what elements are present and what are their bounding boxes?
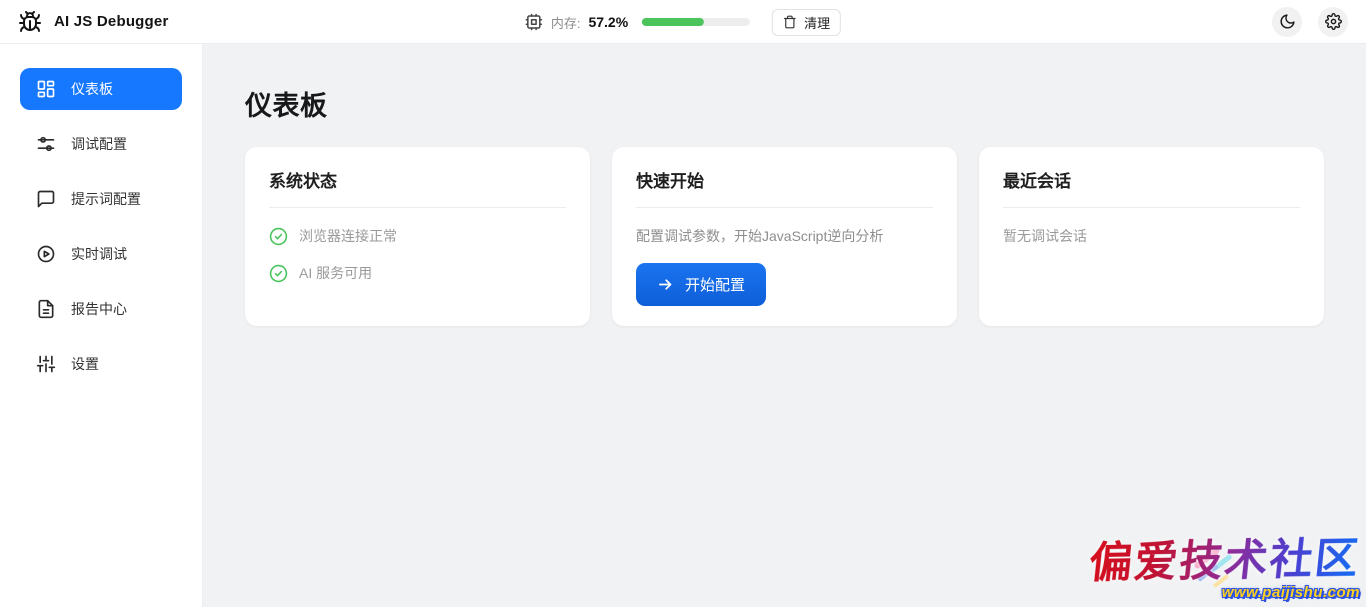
clean-memory-button[interactable]: 清理 [772, 9, 841, 36]
start-config-label: 开始配置 [685, 274, 745, 295]
moon-icon [1279, 13, 1296, 30]
sidebar-item-dashboard[interactable]: 仪表板 [20, 68, 182, 110]
streak-decoration [1193, 546, 1220, 569]
system-status-card: 系统状态 浏览器连接正常 AI 服务可用 [245, 147, 590, 326]
check-circle-icon [269, 227, 288, 246]
memory-value: 57.2% [588, 14, 628, 30]
gear-icon [1325, 13, 1342, 30]
play-circle-icon [36, 244, 56, 264]
memory-indicator: 内存: 57.2% 清理 [525, 0, 841, 44]
sidebar-item-prompt-config[interactable]: 提示词配置 [20, 178, 182, 220]
sliders-vertical-icon [36, 354, 56, 374]
check-circle-icon [269, 264, 288, 283]
sliders-horizontal-icon [36, 134, 56, 154]
sidebar-item-report-center[interactable]: 报告中心 [20, 288, 182, 330]
recent-sessions-card: 最近会话 暂无调试会话 [979, 147, 1324, 326]
start-config-button[interactable]: 开始配置 [636, 263, 766, 306]
card-title: 最近会话 [1003, 167, 1300, 192]
main-content: 仪表板 系统状态 浏览器连接正常 AI 服务 [203, 44, 1366, 607]
streak-decoration [1197, 564, 1218, 582]
divider [1003, 207, 1300, 208]
settings-button[interactable] [1318, 7, 1348, 37]
app-title: AI JS Debugger [54, 13, 169, 30]
status-item-browser: 浏览器连接正常 [269, 226, 566, 246]
divider [636, 207, 933, 208]
sidebar: 仪表板 调试配置 提示词配置 实时调试 [0, 44, 203, 607]
document-icon [36, 299, 56, 319]
dashboard-icon [36, 79, 56, 99]
quick-start-card: 快速开始 配置调试参数，开始JavaScript逆向分析 开始配置 [612, 147, 957, 326]
sidebar-item-label: 调试配置 [71, 134, 127, 154]
header-actions [1272, 7, 1348, 37]
sidebar-item-settings[interactable]: 设置 [20, 343, 182, 385]
sidebar-item-label: 实时调试 [71, 244, 127, 264]
status-item-ai-service: AI 服务可用 [269, 263, 566, 283]
bug-icon [18, 10, 42, 34]
sidebar-item-live-debug[interactable]: 实时调试 [20, 233, 182, 275]
top-header: AI JS Debugger 内存: 57.2% 清理 [0, 0, 1366, 44]
sidebar-item-label: 仪表板 [71, 79, 113, 99]
sidebar-item-label: 设置 [71, 354, 99, 374]
app-window: AI JS Debugger 内存: 57.2% 清理 [0, 0, 1366, 607]
empty-sessions-text: 暂无调试会话 [1003, 226, 1300, 246]
memory-label: 内存: [551, 13, 581, 32]
arrow-right-icon [657, 276, 674, 293]
app-logo: AI JS Debugger [18, 10, 169, 34]
watermark-streaks [1186, 553, 1246, 593]
card-title: 快速开始 [636, 167, 933, 192]
chat-bubble-icon [36, 189, 56, 209]
sidebar-item-label: 提示词配置 [71, 189, 141, 209]
cpu-chip-icon [525, 13, 543, 31]
status-label: AI 服务可用 [299, 263, 372, 283]
site-watermark: 偏爱技术社区 www.paijishu.com [1090, 526, 1360, 601]
streak-decoration [1213, 574, 1230, 588]
memory-progress-fill [642, 18, 704, 26]
quick-start-description: 配置调试参数，开始JavaScript逆向分析 [636, 226, 933, 246]
sidebar-item-label: 报告中心 [71, 299, 127, 319]
divider [269, 207, 566, 208]
status-label: 浏览器连接正常 [299, 226, 397, 246]
dashboard-cards: 系统状态 浏览器连接正常 AI 服务可用 [245, 147, 1324, 326]
page-title: 仪表板 [245, 84, 1324, 123]
watermark-title: 偏爱技术社区 [1086, 524, 1363, 591]
sidebar-item-debug-config[interactable]: 调试配置 [20, 123, 182, 165]
theme-toggle-button[interactable] [1272, 7, 1302, 37]
streak-decoration [1209, 554, 1233, 574]
memory-progress-bar [642, 18, 750, 26]
watermark-url: www.paijishu.com [1090, 584, 1360, 601]
card-title: 系统状态 [269, 167, 566, 192]
clean-button-label: 清理 [804, 13, 830, 32]
trash-icon [783, 15, 797, 29]
